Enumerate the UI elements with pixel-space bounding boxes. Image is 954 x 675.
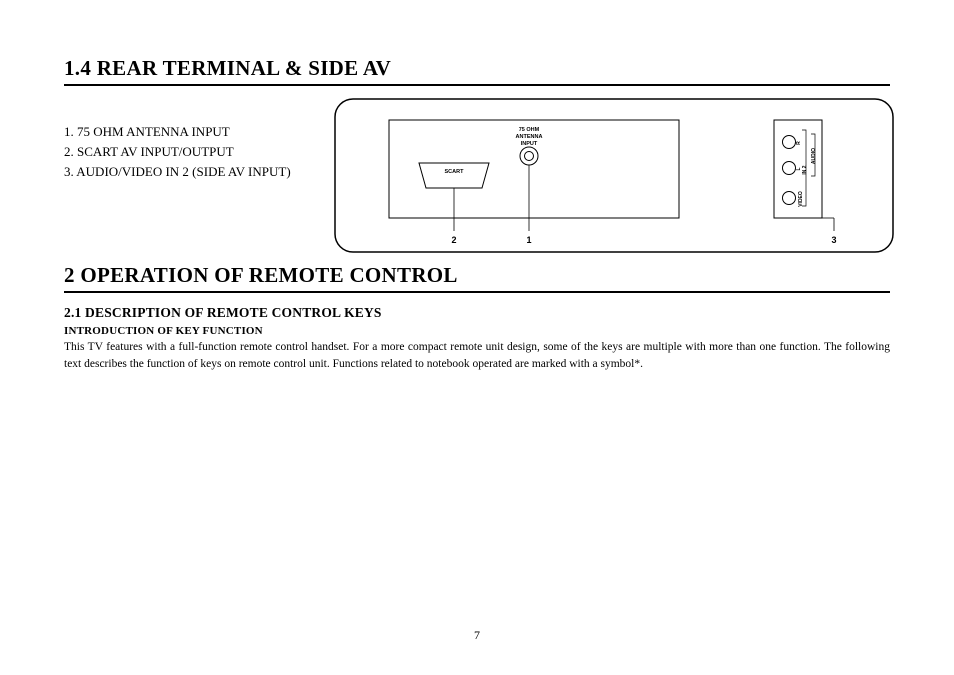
page-content: 1.4 REAR TERMINAL & SIDE AV 1. 75 OHM AN…	[0, 0, 954, 372]
antenna-label-line3: INPUT	[521, 141, 538, 147]
list-item: 2. SCART AV INPUT/OUTPUT	[64, 142, 322, 162]
intro-heading: INTRODUCTION OF KEY FUNCTION	[64, 325, 890, 337]
terminal-list: 1. 75 OHM ANTENNA INPUT 2. SCART AV INPU…	[64, 122, 322, 182]
list-item: 3. AUDIO/VIDEO IN 2 (SIDE AV INPUT)	[64, 162, 322, 182]
callout-3: 3	[831, 235, 836, 245]
side-r-label: R	[796, 141, 802, 145]
antenna-label-line1: 75 OHM	[519, 127, 540, 133]
scart-label: SCART	[445, 169, 465, 175]
section-2-1-heading: 2.1 DESCRIPTION OF REMOTE CONTROL KEYS	[64, 305, 890, 321]
section-1-4-heading: 1.4 REAR TERMINAL & SIDE AV	[64, 56, 890, 81]
section-1-4-body: 1. 75 OHM ANTENNA INPUT 2. SCART AV INPU…	[64, 98, 890, 253]
callout-2: 2	[451, 235, 456, 245]
list-item: 1. 75 OHM ANTENNA INPUT	[64, 122, 322, 142]
rear-panel: SCART 75 OHM ANTENNA INPUT	[389, 120, 679, 231]
side-video-label: VIDEO	[798, 191, 804, 207]
body-paragraph: This TV features with a full-function re…	[64, 339, 890, 372]
divider	[64, 84, 890, 86]
section-2-heading: 2 OPERATION OF REMOTE CONTROL	[64, 263, 890, 288]
side-l-label: L	[796, 167, 802, 170]
antenna-label-line2: ANTENNA	[516, 134, 543, 140]
side-av-panel: IN 2 AUDIO R L VIDEO	[774, 120, 834, 231]
divider	[64, 291, 890, 293]
side-in2-label: IN 2	[802, 165, 808, 174]
page-number: 7	[0, 628, 954, 643]
callout-1: 1	[526, 235, 531, 245]
side-audio-label: AUDIO	[811, 148, 817, 164]
rear-terminal-diagram: SCART 75 OHM ANTENNA INPUT 2 1	[334, 98, 894, 253]
